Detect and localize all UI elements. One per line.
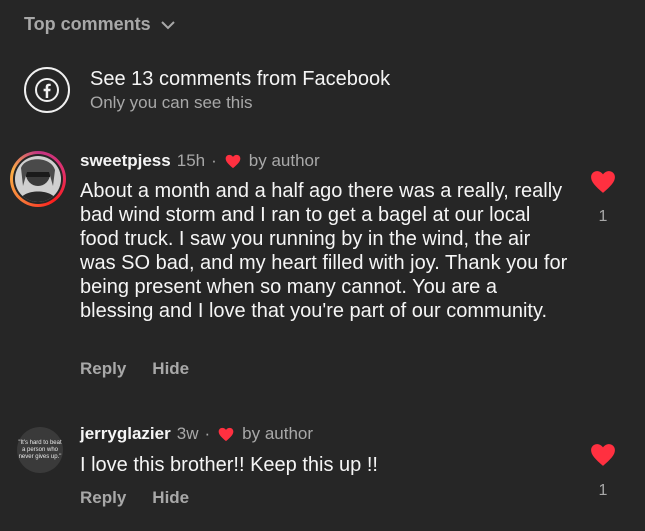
chevron-down-icon: [160, 20, 175, 29]
comment-meta: jerryglazier 3w · by author: [80, 424, 313, 444]
comment-text: About a month and a half ago there was a…: [80, 180, 568, 322]
facebook-icon[interactable]: [24, 67, 70, 113]
author-liked-heart-icon: [218, 427, 234, 441]
like-heart-icon[interactable]: [590, 170, 616, 194]
comment-text: I love this brother!! Keep this up !!: [80, 454, 378, 476]
comment-actions: Reply Hide: [80, 359, 189, 379]
comment-username[interactable]: sweetpjess: [80, 151, 171, 171]
sort-label: Top comments: [24, 14, 151, 34]
reply-button[interactable]: Reply: [80, 488, 126, 508]
like-count[interactable]: 1: [590, 208, 616, 226]
author-liked-heart-icon: [225, 154, 241, 168]
like-heart-icon[interactable]: [590, 443, 616, 467]
comment-meta: sweetpjess 15h · by author: [80, 151, 320, 171]
sort-dropdown[interactable]: Top comments: [24, 14, 175, 35]
comment-username[interactable]: jerryglazier: [80, 424, 171, 444]
comment-time: 3w: [176, 424, 199, 443]
comment-actions: Reply Hide: [80, 488, 189, 508]
meta-separator: ·: [204, 424, 211, 443]
hide-button[interactable]: Hide: [152, 359, 189, 379]
avatar[interactable]: "It's hard to beat a person who never gi…: [17, 427, 63, 473]
meta-separator: ·: [211, 151, 217, 170]
facebook-comments-link[interactable]: See 13 comments from Facebook: [90, 68, 390, 91]
avatar: [15, 156, 61, 202]
author-like-label: by author: [242, 424, 314, 443]
avatar-quote: "It's hard to beat a person who never gi…: [18, 439, 62, 460]
comment-time: 15h: [176, 151, 206, 170]
comment-avatar[interactable]: [10, 151, 66, 207]
like-count[interactable]: 1: [590, 482, 616, 500]
reply-button[interactable]: Reply: [80, 359, 126, 379]
facebook-privacy-note: Only you can see this: [90, 93, 253, 112]
hide-button[interactable]: Hide: [152, 488, 189, 508]
author-like-label: by author: [248, 151, 320, 170]
